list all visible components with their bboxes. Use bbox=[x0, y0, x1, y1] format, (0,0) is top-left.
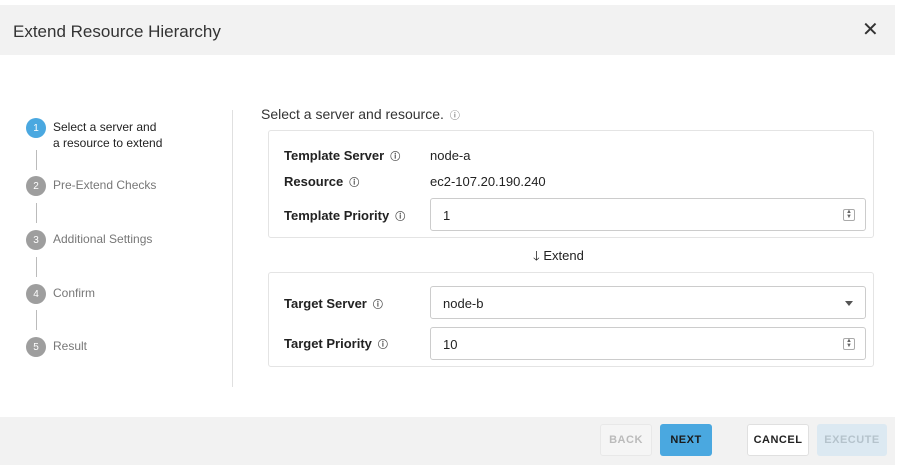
step-4: 4 Confirm bbox=[26, 284, 95, 304]
template-panel: Template Serverⓘ node-a Resourceⓘ ec2-10… bbox=[268, 130, 874, 238]
template-server-label: Template Serverⓘ bbox=[284, 148, 400, 163]
section-heading: Select a server and resource.ⓘ bbox=[261, 106, 460, 122]
spinner-icon[interactable]: ▲▼ bbox=[843, 209, 855, 221]
step-1: 1 Select a server anda resource to exten… bbox=[26, 118, 162, 151]
step-label: Pre-Extend Checks bbox=[53, 177, 156, 193]
info-icon[interactable]: ⓘ bbox=[373, 300, 383, 311]
resource-value: ec2-107.20.190.240 bbox=[430, 174, 546, 189]
step-connector bbox=[36, 150, 37, 170]
step-connector bbox=[36, 257, 37, 277]
step-2: 2 Pre-Extend Checks bbox=[26, 176, 156, 196]
target-server-label: Target Serverⓘ bbox=[284, 296, 383, 311]
step-label: Result bbox=[53, 338, 87, 354]
step-number: 5 bbox=[26, 337, 46, 357]
dialog-header: Extend Resource Hierarchy ✕ bbox=[0, 5, 895, 55]
step-label: Confirm bbox=[53, 285, 95, 301]
step-3: 3 Additional Settings bbox=[26, 230, 152, 250]
step-5: 5 Result bbox=[26, 337, 87, 357]
step-label: Additional Settings bbox=[53, 231, 152, 247]
step-number: 2 bbox=[26, 176, 46, 196]
target-panel: Target Serverⓘ node-b Target Priorityⓘ 1… bbox=[268, 272, 874, 367]
target-priority-label: Target Priorityⓘ bbox=[284, 336, 388, 351]
info-icon[interactable]: ⓘ bbox=[395, 212, 405, 223]
step-number: 1 bbox=[26, 118, 46, 138]
info-icon[interactable]: ⓘ bbox=[390, 152, 400, 163]
execute-button[interactable]: EXECUTE bbox=[817, 424, 887, 456]
step-connector bbox=[36, 203, 37, 223]
extend-resource-dialog: Extend Resource Hierarchy ✕ 1 Select a s… bbox=[0, 0, 895, 465]
wizard-steps: 1 Select a server anda resource to exten… bbox=[0, 110, 233, 387]
back-button[interactable]: BACK bbox=[600, 424, 652, 456]
resource-label: Resourceⓘ bbox=[284, 174, 359, 189]
step-number: 4 bbox=[26, 284, 46, 304]
chevron-down-icon[interactable] bbox=[845, 301, 853, 306]
info-icon[interactable]: ⓘ bbox=[349, 178, 359, 189]
target-server-select[interactable]: node-b bbox=[430, 286, 866, 319]
next-button[interactable]: NEXT bbox=[660, 424, 712, 456]
step-number: 3 bbox=[26, 230, 46, 250]
template-priority-input[interactable]: 1▲▼ bbox=[430, 198, 866, 231]
step-connector bbox=[36, 310, 37, 330]
close-icon[interactable]: ✕ bbox=[862, 17, 879, 42]
page-edge bbox=[895, 0, 907, 465]
step-label: Select a server anda resource to extend bbox=[53, 119, 162, 151]
spinner-icon[interactable]: ▲▼ bbox=[843, 338, 855, 350]
arrow-down-icon: 🡓 bbox=[533, 248, 540, 263]
info-icon[interactable]: ⓘ bbox=[378, 340, 388, 351]
target-priority-input[interactable]: 10▲▼ bbox=[430, 327, 866, 360]
dialog-title: Extend Resource Hierarchy bbox=[13, 22, 221, 42]
extend-indicator: 🡓 Extend bbox=[533, 247, 584, 269]
info-icon[interactable]: ⓘ bbox=[450, 111, 460, 122]
cancel-button[interactable]: CANCEL bbox=[747, 424, 809, 456]
template-server-value: node-a bbox=[430, 148, 470, 163]
template-priority-label: Template Priorityⓘ bbox=[284, 208, 405, 223]
